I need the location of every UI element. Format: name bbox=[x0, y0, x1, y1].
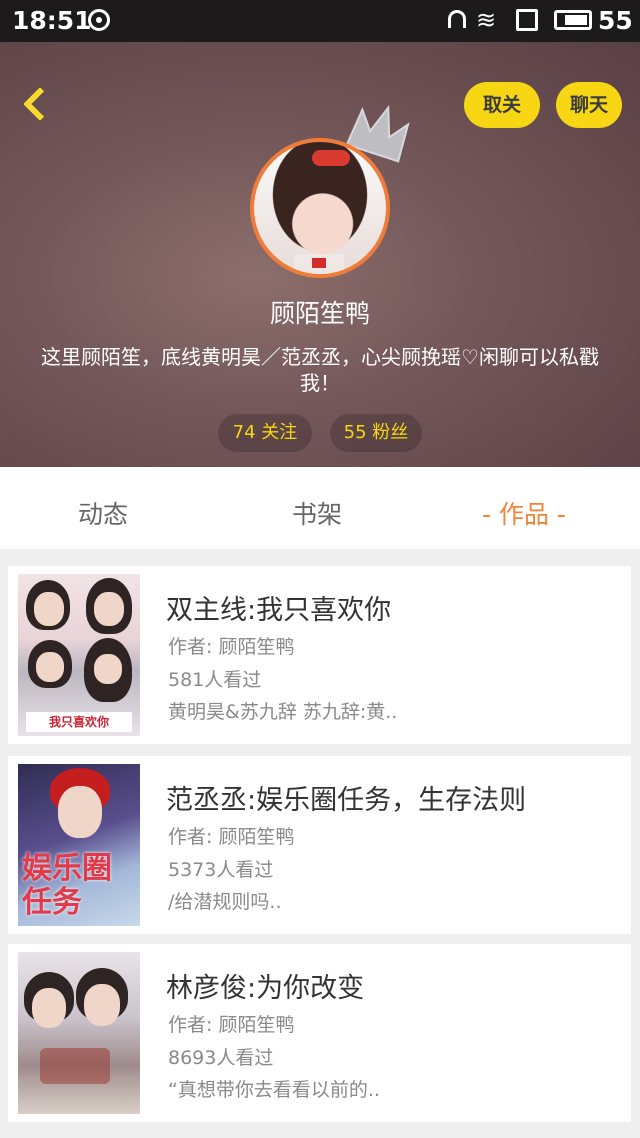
book-cover bbox=[18, 952, 140, 1114]
cover-figure bbox=[94, 654, 122, 684]
work-title: 林彦俊:为你改变 bbox=[166, 973, 365, 1004]
work-card[interactable]: 林彦俊:为你改变 作者: 顾陌笙鸭 8693人看过 “真想带你去看看以前的.. bbox=[8, 944, 631, 1122]
cover-title-art bbox=[40, 1048, 110, 1084]
back-button[interactable] bbox=[14, 80, 62, 134]
headset-icon bbox=[448, 10, 466, 28]
work-card[interactable]: 我只喜欢你 双主线:我只喜欢你 作者: 顾陌笙鸭 581人看过 黄明昊&苏九辞 … bbox=[8, 566, 631, 744]
status-time: 18:51 bbox=[12, 6, 92, 35]
fans-count-button[interactable]: 55 粉丝 bbox=[330, 414, 422, 452]
work-views: 8693人看过 bbox=[168, 1047, 274, 1069]
tab-dynamic[interactable]: 动态 bbox=[78, 495, 128, 531]
book-cover: 我只喜欢你 bbox=[18, 574, 140, 736]
work-author: 作者: 顾陌笙鸭 bbox=[168, 636, 295, 658]
work-description: /给潜规则吗.. bbox=[168, 891, 282, 913]
profile-header: 取关 聊天 顾陌笙鸭 这里顾陌笙，底线黄明昊／范丞丞，心尖顾挽瑶♡闲聊可以私戳我… bbox=[0, 42, 640, 467]
cover-figure bbox=[84, 984, 120, 1026]
cover-figure bbox=[94, 592, 124, 626]
work-description: 黄明昊&苏九辞 苏九辞:黄.. bbox=[168, 701, 398, 723]
nickname: 顾陌笙鸭 bbox=[269, 299, 370, 328]
work-title: 范丞丞:娱乐圈任务，生存法则 bbox=[166, 785, 527, 816]
profile-tabs: 动态 书架 - 作品 - bbox=[0, 467, 640, 557]
battery-icon bbox=[554, 10, 592, 30]
status-bar: 18:51 ≋ 55 bbox=[0, 0, 640, 42]
work-card[interactable]: 娱乐圈任务 范丞丞:娱乐圈任务，生存法则 作者: 顾陌笙鸭 5373人看过 /给… bbox=[8, 756, 631, 934]
chevron-left-icon bbox=[23, 87, 57, 121]
wifi-icon: ≋ bbox=[476, 6, 497, 34]
tab-works[interactable]: - 作品 - bbox=[482, 495, 566, 531]
battery-level: 55 bbox=[598, 6, 633, 35]
cover-figure bbox=[32, 988, 66, 1028]
avatar-collar bbox=[294, 254, 344, 274]
following-count-button[interactable]: 74 关注 bbox=[218, 414, 312, 452]
work-author: 作者: 顾陌笙鸭 bbox=[168, 1014, 295, 1036]
avatar[interactable] bbox=[250, 138, 390, 278]
work-description: “真想带你去看看以前的.. bbox=[168, 1079, 380, 1101]
work-views: 581人看过 bbox=[168, 669, 262, 691]
cover-figure bbox=[36, 652, 64, 682]
cover-figure bbox=[34, 592, 64, 626]
cover-figure bbox=[58, 786, 102, 838]
unfollow-button[interactable]: 取关 bbox=[464, 82, 540, 128]
work-views: 5373人看过 bbox=[168, 859, 274, 881]
sim-icon bbox=[516, 9, 538, 31]
cover-title: 我只喜欢你 bbox=[26, 712, 132, 732]
app-notification-icon bbox=[88, 9, 110, 31]
avatar-bow bbox=[312, 150, 350, 166]
work-title: 双主线:我只喜欢你 bbox=[166, 595, 392, 626]
chat-button[interactable]: 聊天 bbox=[556, 82, 622, 128]
work-author: 作者: 顾陌笙鸭 bbox=[168, 826, 295, 848]
bio: 这里顾陌笙，底线黄明昊／范丞丞，心尖顾挽瑶♡闲聊可以私戳我！ bbox=[41, 345, 599, 395]
cover-title: 娱乐圈任务 bbox=[22, 851, 112, 920]
tab-bookshelf[interactable]: 书架 bbox=[292, 495, 342, 531]
book-cover: 娱乐圈任务 bbox=[18, 764, 140, 926]
